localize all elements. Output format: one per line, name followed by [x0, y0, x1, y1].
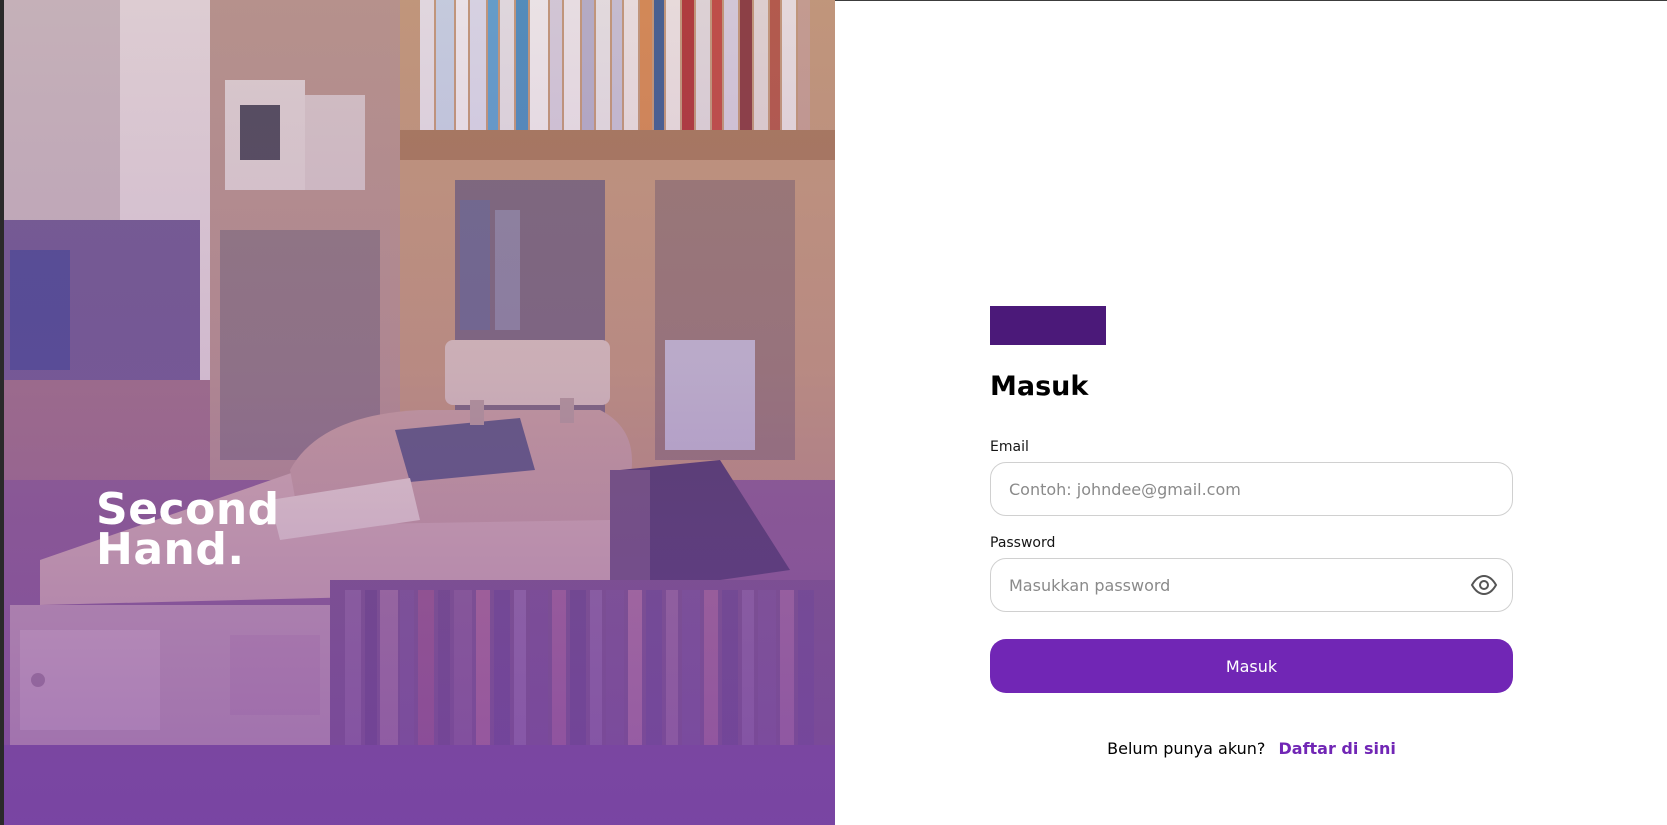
logo-placeholder: [990, 306, 1106, 345]
brand-line-2: Hand.: [96, 524, 245, 575]
password-label: Password: [990, 535, 1056, 551]
eye-icon[interactable]: [1470, 573, 1498, 597]
login-form-panel: Masuk Email Password Masuk Belum punya a…: [835, 0, 1667, 825]
password-field-wrapper: [990, 558, 1513, 612]
hero-panel: Second Hand.: [0, 0, 835, 825]
email-field[interactable]: [1009, 463, 1479, 515]
signup-link[interactable]: Daftar di sini: [1278, 739, 1395, 758]
login-button[interactable]: Masuk: [990, 639, 1513, 693]
login-page: Second Hand. Masuk Email Password Masuk …: [0, 0, 1667, 825]
password-field[interactable]: [1009, 559, 1479, 611]
brand-wordmark: Second Hand.: [96, 488, 280, 575]
window-left-edge: [0, 0, 4, 825]
page-title: Masuk: [990, 371, 1089, 402]
signup-prompt: Belum punya akun? Daftar di sini: [990, 739, 1513, 758]
email-field-wrapper: [990, 462, 1513, 516]
hero-purple-overlay: [0, 0, 835, 825]
signup-prompt-text: Belum punya akun?: [1107, 739, 1266, 758]
email-label: Email: [990, 439, 1029, 455]
